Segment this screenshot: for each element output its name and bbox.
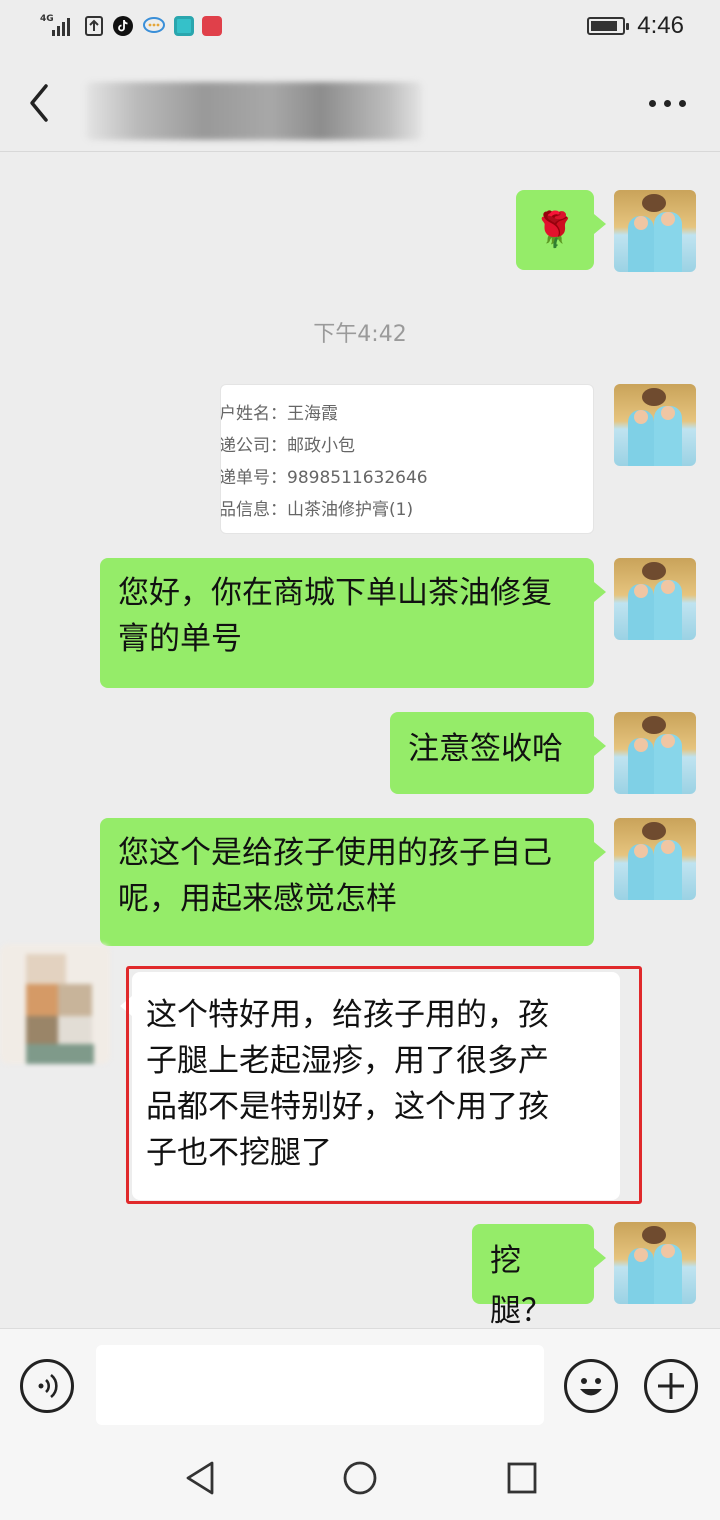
message-sent[interactable]: 您好，你在商城下单山茶油修复 膏的单号 bbox=[100, 558, 606, 688]
signal-icon: 4G bbox=[40, 14, 76, 38]
message-text-line: 注意签收哈 bbox=[408, 731, 563, 767]
order-row: 户姓名：王海霞 bbox=[220, 404, 338, 424]
message-input[interactable] bbox=[96, 1345, 544, 1425]
message-sent[interactable]: 您这个是给孩子使用的孩子自己 呢，用起来感觉怎样 bbox=[100, 818, 606, 946]
avatar-blurred[interactable] bbox=[0, 944, 110, 1064]
order-row: 品信息：山茶油修护膏(1) bbox=[220, 500, 414, 520]
emoji-icon[interactable] bbox=[564, 1359, 618, 1413]
more-dots-icon[interactable] bbox=[649, 100, 686, 107]
system-nav-bar bbox=[0, 1440, 720, 1520]
voice-icon[interactable] bbox=[20, 1359, 74, 1413]
status-bar: 4G 4:46 bbox=[0, 0, 720, 56]
status-icons-right: 4:46 bbox=[587, 12, 684, 40]
triangle-back-icon[interactable] bbox=[184, 1460, 216, 1496]
upload-icon bbox=[85, 16, 103, 36]
chat-header bbox=[0, 56, 720, 152]
chat-icon bbox=[143, 17, 165, 33]
avatar[interactable] bbox=[614, 558, 696, 640]
square-recent-icon[interactable] bbox=[506, 1460, 538, 1496]
message-text-line: 挖腿？ bbox=[490, 1243, 552, 1329]
avatar[interactable] bbox=[614, 1222, 696, 1304]
message-sent[interactable]: 挖腿？ bbox=[472, 1224, 606, 1329]
message-text-line: 您好，你在商城下单山茶油修复 bbox=[118, 575, 552, 611]
rose-emoji: 🌹 bbox=[533, 210, 577, 250]
avatar[interactable] bbox=[614, 384, 696, 466]
status-time: 4:46 bbox=[637, 12, 684, 39]
status-icons-left: 4G bbox=[40, 14, 222, 38]
order-row: 递单号：9898511632646 bbox=[220, 468, 428, 488]
order-row: 递公司：邮政小包 bbox=[220, 436, 355, 456]
app-icon bbox=[174, 16, 194, 36]
message-text-line: 您这个是给孩子使用的孩子自己 bbox=[118, 835, 552, 871]
avatar[interactable] bbox=[614, 818, 696, 900]
input-bar bbox=[0, 1328, 720, 1440]
avatar[interactable] bbox=[614, 190, 696, 272]
battery-icon bbox=[587, 17, 630, 35]
avatar[interactable] bbox=[614, 712, 696, 794]
message-rose[interactable]: 🌹 bbox=[516, 190, 606, 270]
huawei-store-icon bbox=[202, 16, 222, 36]
circle-home-icon[interactable] bbox=[342, 1460, 378, 1496]
contact-name-blurred bbox=[86, 82, 422, 140]
message-timestamp: 下午4:42 bbox=[313, 322, 407, 347]
plus-icon[interactable] bbox=[644, 1359, 698, 1413]
message-sent[interactable]: 注意签收哈 bbox=[390, 712, 606, 794]
chevron-left-icon[interactable] bbox=[22, 78, 62, 128]
message-text-line: 呢，用起来感觉怎样 bbox=[118, 881, 397, 917]
message-text-line: 膏的单号 bbox=[118, 621, 242, 657]
highlight-box bbox=[126, 966, 642, 1204]
order-info-image[interactable]: 户姓名：王海霞 递公司：邮政小包 递单号：9898511632646 品信息：山… bbox=[220, 384, 594, 534]
tiktok-icon bbox=[113, 16, 133, 36]
